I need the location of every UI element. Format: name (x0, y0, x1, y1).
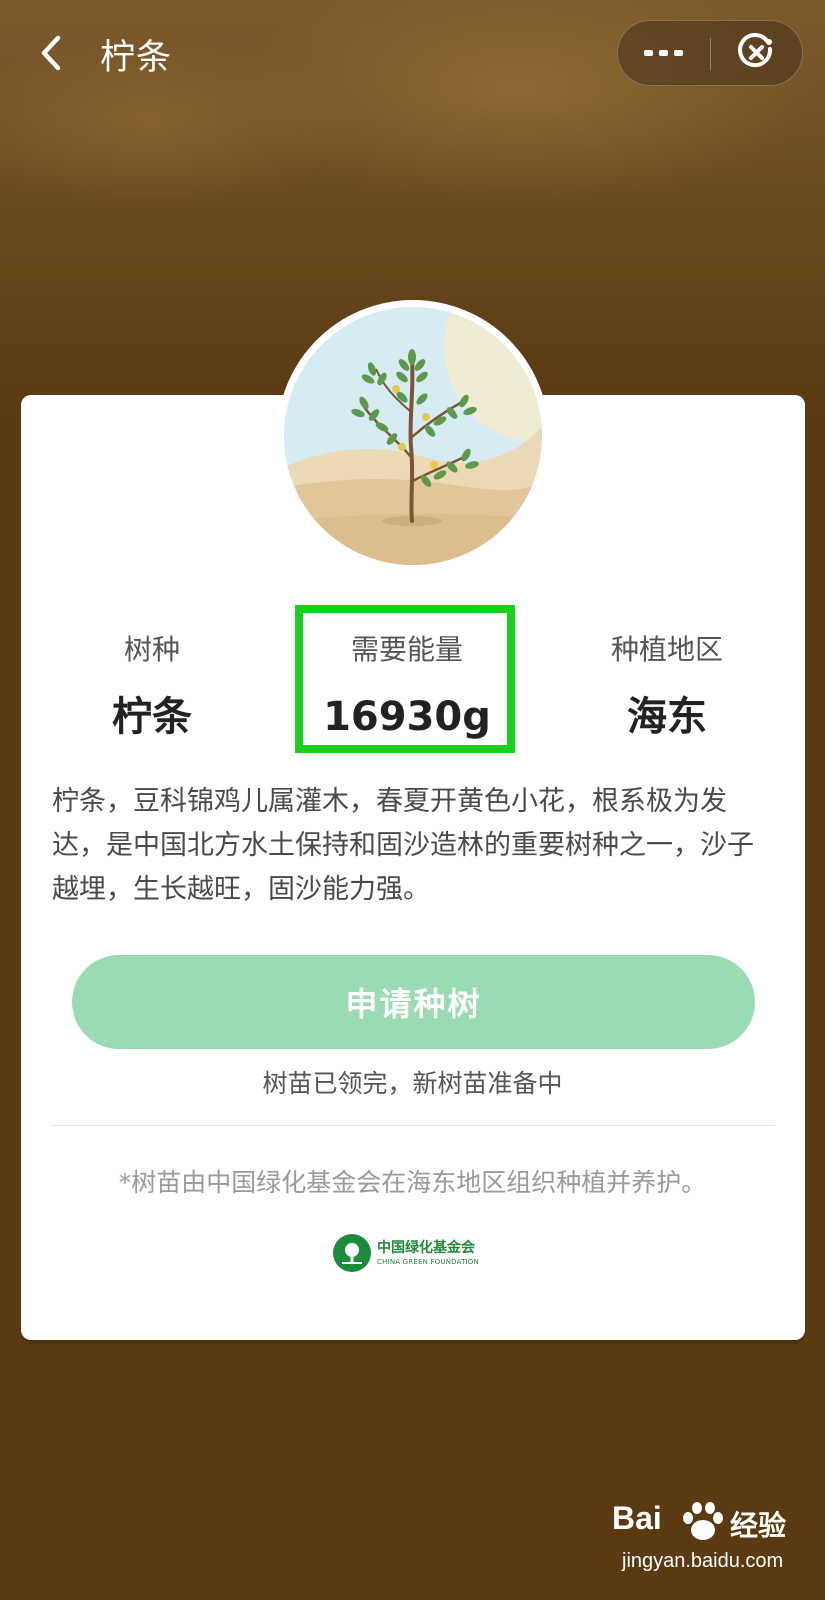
watermark-brand: Bai (612, 1500, 662, 1536)
close-circle-icon (738, 33, 773, 68)
foundation-name-en: CHINA GREEN FOUNDATION (377, 1257, 479, 1266)
page-title: 柠条 (100, 38, 173, 78)
seedling-status-text: 树苗已领完，新树苗准备中 (262, 1069, 563, 1098)
tree-illustration-frame (277, 300, 549, 572)
species-value: 柠条 (112, 694, 192, 740)
divider (50, 1125, 775, 1126)
tree-illustration (284, 307, 542, 565)
watermark-url: jingyan.baidu.com (622, 1550, 784, 1572)
miniapp-capsule (617, 20, 803, 86)
species-label: 树种 (123, 633, 180, 666)
top-bar: 柠条 (0, 0, 825, 110)
paw-icon (683, 1502, 723, 1540)
tree-description: 柠条，豆科锦鸡儿属灌木，春夏开黄色小花，根系极为发达，是中国北方水土保持和固沙造… (52, 786, 754, 905)
energy-highlight-box (295, 605, 515, 753)
watermark-brand-cn: 经验 (730, 1509, 787, 1542)
region-stat: 种植地区 海东 (547, 630, 787, 742)
chevron-left-icon (41, 35, 61, 71)
more-button[interactable] (618, 21, 710, 85)
china-green-foundation-logo: 中国绿化基金会 CHINA GREEN FOUNDATION (333, 1232, 495, 1274)
tree-emblem-icon (342, 1243, 362, 1264)
species-stat: 树种 柠条 (32, 630, 272, 742)
foundation-name-cn: 中国绿化基金会 (377, 1239, 475, 1256)
back-button[interactable] (30, 30, 76, 76)
baidu-jingyan-watermark: Bai 经验 jingyan.baidu.com (612, 1500, 812, 1590)
shrub-illustration-icon (284, 307, 542, 565)
region-label: 种植地区 (610, 633, 723, 666)
planting-note: *树苗由中国绿化基金会在海东地区组织种植并养护。 (118, 1168, 707, 1197)
region-value: 海东 (627, 694, 707, 740)
apply-plant-tree-button[interactable]: 申请种树 (72, 955, 755, 1049)
close-miniapp-button[interactable] (711, 21, 803, 85)
more-dots-icon (644, 50, 683, 56)
foundation-tree-icon (333, 1234, 371, 1272)
